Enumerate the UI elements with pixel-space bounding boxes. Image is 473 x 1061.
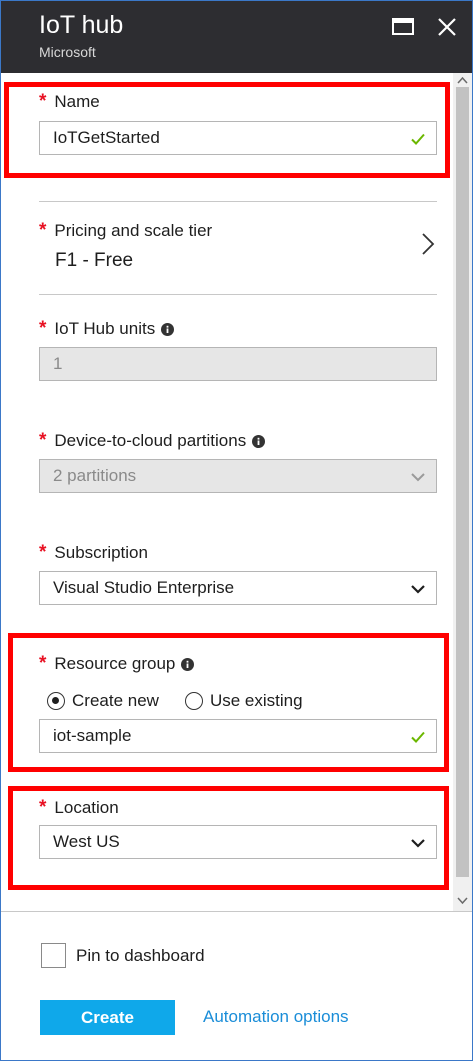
chevron-down-icon [411,585,425,594]
required-marker: * [39,430,47,451]
partitions-select: 2 partitions [39,459,437,493]
blade-subtitle: Microsoft [39,44,96,60]
scroll-down-icon[interactable] [457,895,468,906]
checkbox-icon [41,943,66,968]
units-label: IoT Hub units [54,319,156,338]
highlight-name [4,82,450,178]
pin-to-dashboard-checkbox[interactable]: Pin to dashboard [41,943,205,968]
units-input: 1 [39,347,437,381]
units-field: * IoT Hub units 1 [39,318,437,381]
info-icon[interactable] [252,434,266,448]
blade-content: * Name IoTGetStarted * Pricing and scale t… [1,73,453,911]
pricing-tier-selector[interactable]: * Pricing and scale tier F1 - Free [39,201,437,295]
pricing-label: Pricing and scale tier [54,221,213,240]
scroll-up-icon[interactable] [457,75,468,86]
close-icon [438,18,456,36]
automation-options-link[interactable]: Automation options [203,1007,349,1027]
create-button[interactable]: Create [40,1000,175,1035]
required-marker: * [39,542,47,563]
maximize-icon [392,18,414,35]
blade-title: IoT hub [39,11,124,39]
maximize-button[interactable] [391,15,415,39]
partitions-label: Device-to-cloud partitions [54,431,247,450]
pin-label: Pin to dashboard [76,945,205,965]
subscription-select[interactable]: Visual Studio Enterprise [39,571,437,605]
vertical-scrollbar[interactable] [453,73,472,911]
close-button[interactable] [435,15,459,39]
required-marker: * [39,220,47,241]
chevron-right-icon [422,233,435,255]
subscription-field: * Subscription Visual Studio Enterprise [39,542,437,605]
blade-footer: Pin to dashboard Create Automation optio… [1,911,472,1060]
highlight-resource-group [8,633,449,772]
subscription-label: Subscription [54,543,148,562]
highlight-location [8,786,449,890]
pricing-value: F1 - Free [55,250,134,271]
chevron-down-icon [411,473,425,482]
info-icon[interactable] [161,322,175,336]
partitions-field: * Device-to-cloud partitions 2 partitions [39,430,437,493]
required-marker: * [39,318,47,339]
scrollbar-thumb[interactable] [456,87,469,877]
blade-header: IoT hub Microsoft [1,1,472,73]
